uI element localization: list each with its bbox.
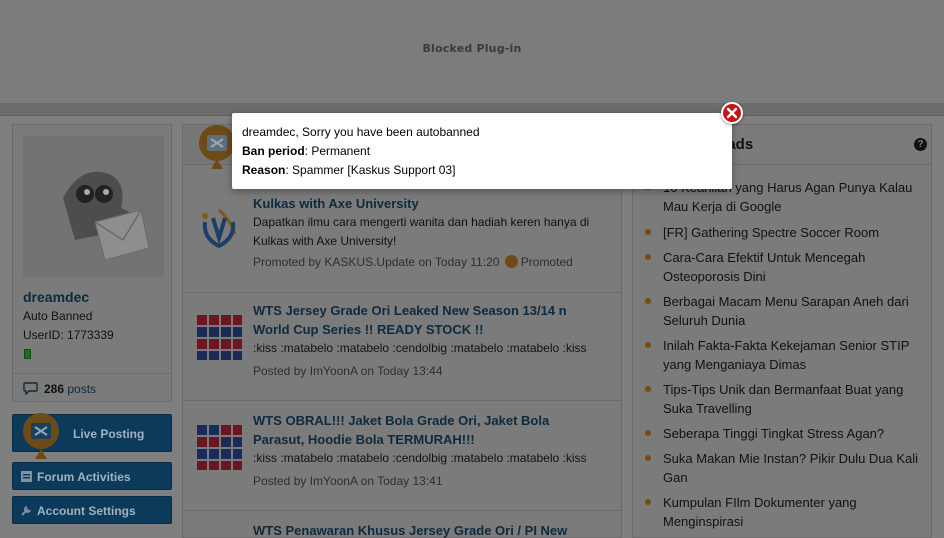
hot-thread-link[interactable]: Cara-Cara Efektif Untuk Mencegah Osteopo… [663, 248, 925, 286]
avatar[interactable] [23, 136, 164, 277]
axe-university-thumbnail[interactable] [195, 204, 243, 252]
bullet-icon [645, 298, 651, 304]
bullet-icon [645, 342, 651, 348]
thread-item: WTS Penawaran Khusus Jersey Grade Ori / … [183, 511, 621, 538]
ban-period-row: Ban period: Permanent [242, 144, 370, 158]
meta-prefix: Posted by [253, 474, 307, 488]
user-id: UserID: 1773339 [23, 328, 114, 342]
ban-reason-row: Reason: Spammer [Kaskus Support 03] [242, 163, 455, 177]
jersey-thumbnail[interactable] [195, 313, 243, 361]
bullet-icon [645, 455, 651, 461]
user-card: dreamdec Auto Banned UserID: 1773339 286… [12, 124, 172, 402]
live-posting-button[interactable]: Live Posting [12, 413, 172, 459]
blocked-plugin-area: Blocked Plug-in [0, 0, 944, 104]
live-posting-label: Live Posting [73, 427, 145, 441]
thread-author-link[interactable]: KASKUS.Update [324, 255, 415, 269]
username-link[interactable]: dreamdec [23, 289, 89, 305]
meta-prefix: Posted by [253, 364, 307, 378]
thread-title-link[interactable]: Kulkas with Axe University [253, 194, 603, 213]
wrench-icon [21, 505, 32, 516]
forum-icon [21, 471, 32, 482]
online-status-icon [24, 349, 31, 359]
thread-item: WTS Jersey Grade Ori Leaked New Season 1… [183, 291, 621, 401]
bullet-icon [645, 430, 651, 436]
kaskus-logo-icon [21, 411, 61, 461]
hot-thread-link[interactable]: [FR] Gathering Spectre Soccer Room [663, 223, 925, 242]
thread-title-link[interactable]: WTS Jersey Grade Ori Leaked New Season 1… [253, 301, 603, 339]
posts-count-link[interactable]: 286 posts [13, 373, 171, 398]
hot-thread-link[interactable]: Inilah Fakta-Fakta Kekejaman Senior STIP… [663, 336, 925, 374]
forum-activities-label: Forum Activities [37, 470, 131, 484]
thread-title-link[interactable]: WTS Penawaran Khusus Jersey Grade Ori / … [253, 521, 603, 538]
ban-reason-value: : Spammer [Kaskus Support 03] [285, 163, 456, 177]
account-settings-label: Account Settings [37, 504, 136, 518]
hot-thread-link[interactable]: Kumpulan FIlm Dokumenter yang Menginspir… [663, 493, 925, 531]
hot-thread-link[interactable]: Suka Makan Mie Instan? Pikir Dulu Dua Ka… [663, 449, 925, 487]
chat-bubble-icon [23, 382, 38, 398]
meta-prefix: Promoted by [253, 255, 322, 269]
ban-notice-modal: dreamdec, Sorry you have been autobanned… [232, 113, 732, 189]
blocked-plugin-label: Blocked Plug-in [422, 42, 522, 55]
post-count: 286 [44, 382, 65, 396]
thread-meta: Posted by ImYoonA on Today 13:41 [253, 474, 443, 488]
jacket-thumbnail[interactable] [195, 423, 243, 471]
ban-reason-label: Reason [242, 163, 286, 177]
thread-author-link[interactable]: ImYoonA [310, 474, 358, 488]
help-icon[interactable]: ? [914, 138, 927, 151]
bullet-icon [645, 386, 651, 392]
thread-description: Dapatkan ilmu cara mengerti wanita dan h… [253, 215, 590, 248]
promoted-icon [504, 255, 518, 268]
hot-thread-link[interactable]: Seberapa Tinggi Tingkat Stress Agan? [663, 424, 925, 443]
thread-time: on Today 13:44 [360, 364, 443, 378]
ban-period-label: Ban period [242, 144, 305, 158]
thread-time: on Today 11:20 [418, 255, 500, 269]
thread-title-link[interactable]: WTS OBRAL!!! Jaket Bola Grade Ori, Jaket… [253, 411, 603, 449]
account-settings-button[interactable]: Account Settings [12, 496, 172, 524]
thread-description: :kiss :matabelo :matabelo :cendolbig :ma… [253, 341, 587, 355]
ban-period-value: : Permanent [304, 144, 371, 158]
thread-meta: Posted by ImYoonA on Today 13:44 [253, 364, 443, 378]
thread-time: on Today 13:41 [360, 474, 443, 488]
hot-thread-link[interactable]: Berbagai Macam Menu Sarapan Aneh dari Se… [663, 292, 925, 330]
bullet-icon [645, 229, 651, 235]
user-status: Auto Banned [23, 309, 93, 323]
hot-thread-link[interactable]: Tips-Tips Unik dan Bermanfaat Buat yang … [663, 380, 925, 418]
close-modal-button[interactable] [721, 102, 743, 124]
thread-description: :kiss :matabelo :matabelo :cendolbig :ma… [253, 451, 587, 465]
promoted-label: Promoted [520, 255, 573, 269]
posts-label: posts [67, 382, 97, 396]
thread-item: WTS OBRAL!!! Jaket Bola Grade Ori, Jaket… [183, 401, 621, 511]
thread-author-link[interactable]: ImYoonA [310, 364, 358, 378]
forum-activities-button[interactable]: Forum Activities [12, 462, 172, 490]
kaskus-badge-icon [197, 123, 237, 171]
bullet-icon [645, 499, 651, 505]
ban-message: dreamdec, Sorry you have been autobanned [242, 125, 480, 139]
thread-meta: Promoted by KASKUS.Update on Today 11:20… [253, 255, 573, 269]
bullet-icon [645, 254, 651, 260]
